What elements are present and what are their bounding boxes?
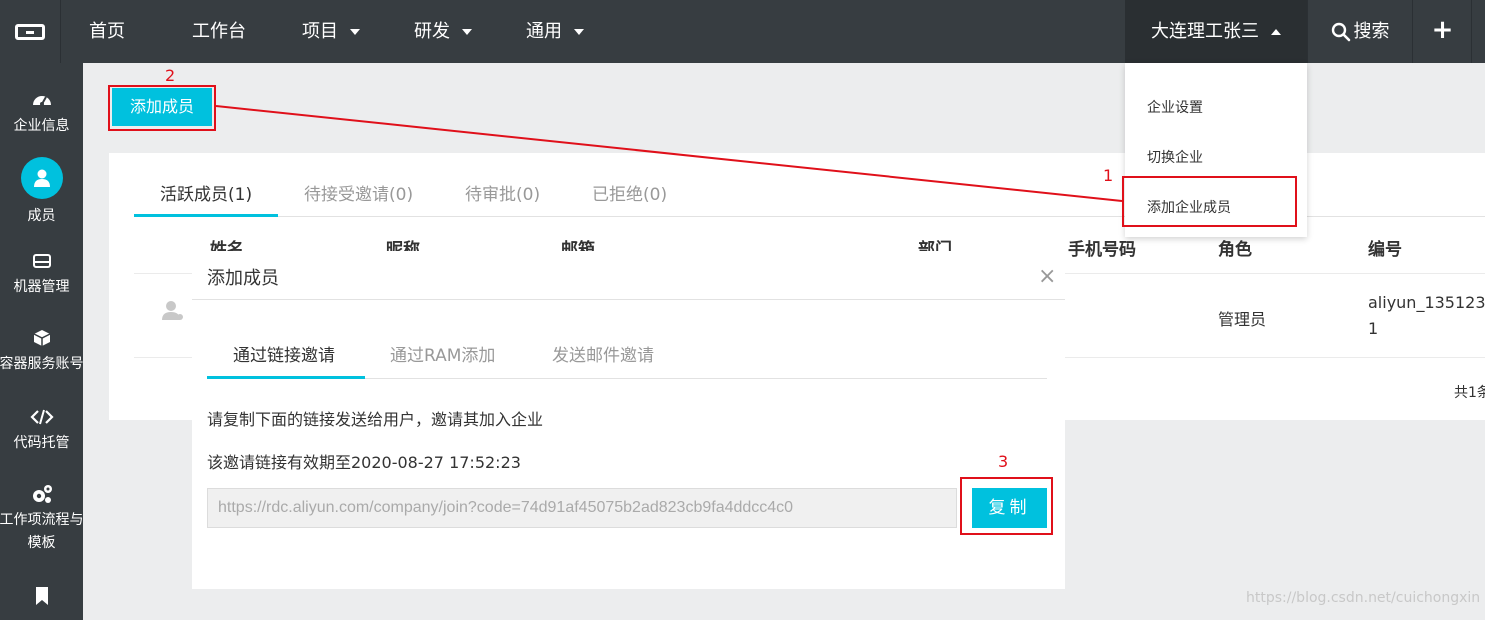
add-button[interactable]: +	[1414, 0, 1472, 63]
column-header-phone: 手机号码	[1068, 240, 1136, 260]
annotation-number-3: 3	[998, 452, 1009, 471]
logo-icon	[15, 23, 45, 40]
dialog-title: 添加成员	[207, 268, 279, 289]
bookmark-icon	[35, 587, 48, 605]
sidebar-item-workflow-templates[interactable]: 工作项流程与 模板	[0, 483, 84, 552]
tab-email-invite[interactable]: 发送邮件邀请	[552, 341, 654, 366]
sidebar-item-label: 工作项流程与	[0, 512, 84, 528]
tab-active-indicator	[134, 214, 278, 217]
tab-active-members[interactable]: 活跃成员(1)	[160, 180, 252, 205]
chevron-down-icon	[350, 29, 360, 35]
plus-icon: +	[1431, 15, 1454, 45]
aliyun-logo[interactable]	[0, 0, 60, 63]
user-menu[interactable]: 大连理工张三	[1125, 0, 1307, 63]
tab-invite-by-link[interactable]: 通过链接邀请	[233, 341, 335, 366]
sidebar-item-code-hosting[interactable]: 代码托管	[0, 406, 83, 452]
menu-item-switch-company[interactable]: 切换企业	[1147, 147, 1203, 167]
member-id: aliyun_135123	[1368, 293, 1485, 312]
dashboard-icon	[32, 96, 51, 106]
tab-rejected[interactable]: 已拒绝(0)	[592, 180, 667, 205]
sidebar-item-label: 企业信息	[13, 118, 70, 134]
sidebar-item-label: 容器服务账号	[0, 356, 84, 372]
divider	[60, 0, 61, 63]
chevron-down-icon	[574, 29, 584, 35]
sidebar-item-container-accounts[interactable]: 容器服务账号	[0, 327, 84, 373]
nav-workbench[interactable]: 工作台	[192, 0, 246, 63]
search-button[interactable]: 搜索	[1307, 0, 1413, 63]
annotation-number-1: 1	[1103, 166, 1114, 185]
sidebar-item-label-line2: 模板	[27, 535, 56, 551]
highlight-box-3	[960, 477, 1053, 535]
nav-dev-label: 研发	[414, 21, 450, 42]
column-header-id: 编号	[1368, 240, 1402, 260]
menu-item-company-settings[interactable]: 企业设置	[1147, 97, 1203, 117]
tab-add-by-ram[interactable]: 通过RAM添加	[390, 341, 495, 366]
user-icon	[33, 169, 50, 187]
nav-home[interactable]: 首页	[89, 0, 125, 63]
member-id-cont: 1	[1368, 319, 1379, 338]
highlight-box-2	[108, 85, 216, 131]
sidebar: 企业信息 成员 机器管理 容器服务账号 代码托管 工作项流程与 模板	[0, 63, 84, 620]
annotation-number-2: 2	[165, 66, 176, 85]
chevron-up-icon	[1271, 29, 1281, 35]
active-indicator	[20, 157, 63, 199]
dialog-header-divider	[192, 299, 1065, 300]
member-role: 管理员	[1218, 310, 1267, 329]
sidebar-item-members[interactable]: 成员	[0, 157, 83, 225]
top-navbar: 首页 工作台 项目 研发 通用 大连理工张三 搜索 +	[0, 0, 1485, 63]
pagination-total: 共1条	[1454, 385, 1485, 401]
close-icon[interactable]: ×	[1038, 266, 1056, 288]
dialog-tab-active-indicator	[207, 376, 365, 379]
code-icon	[29, 409, 54, 425]
nav-home-label: 首页	[89, 21, 125, 42]
nav-dev[interactable]: 研发	[414, 0, 472, 63]
search-label: 搜索	[1353, 21, 1390, 42]
tab-pending-invites[interactable]: 待接受邀请(0)	[304, 180, 413, 205]
nav-projects-label: 项目	[302, 21, 338, 42]
server-icon	[32, 254, 51, 268]
cube-icon	[33, 330, 50, 346]
column-header-role: 角色	[1218, 240, 1252, 260]
invite-instruction: 请复制下面的链接发送给用户，邀请其加入企业	[207, 410, 544, 429]
user-avatar-icon	[162, 301, 183, 320]
tab-pending-approval[interactable]: 待审批(0)	[465, 180, 540, 205]
nav-general-label: 通用	[526, 21, 562, 42]
watermark: https://blog.csdn.net/cuichongxin	[1246, 590, 1481, 606]
highlight-box-1	[1122, 176, 1297, 227]
sidebar-item-label: 成员	[27, 208, 56, 224]
sidebar-item-machines[interactable]: 机器管理	[0, 250, 83, 296]
sidebar-item-bookmark[interactable]	[0, 585, 83, 611]
chevron-down-icon	[462, 29, 472, 35]
sidebar-item-company-info[interactable]: 企业信息	[0, 89, 83, 135]
gears-icon	[32, 485, 52, 503]
nav-general[interactable]: 通用	[526, 0, 584, 63]
invite-link-field[interactable]: https://rdc.aliyun.com/company/join?code…	[207, 488, 957, 528]
search-icon	[1331, 22, 1350, 42]
nav-projects[interactable]: 项目	[302, 0, 360, 63]
sidebar-item-label: 机器管理	[13, 279, 70, 295]
invite-expiry: 该邀请链接有效期至2020-08-27 17:52:23	[207, 453, 521, 472]
sidebar-item-label: 代码托管	[13, 435, 70, 451]
nav-workbench-label: 工作台	[192, 21, 246, 42]
user-name: 大连理工张三	[1151, 21, 1259, 42]
